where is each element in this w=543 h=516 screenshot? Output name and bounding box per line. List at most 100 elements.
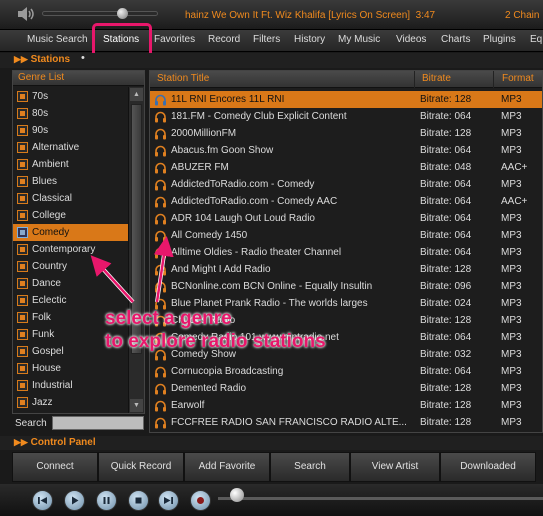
station-row[interactable]: AddictedToRadio.com - Comedy AAC Bitrate:…	[150, 193, 542, 210]
genre-label: Eclectic	[32, 295, 67, 306]
station-bitrate: Bitrate: 096	[420, 281, 472, 292]
genre-label: Funk	[32, 329, 55, 340]
station-row[interactable]: Demented Radio Bitrate: 128 MP3	[150, 380, 542, 397]
genre-item[interactable]: 70s	[13, 88, 129, 105]
genre-icon	[17, 244, 28, 255]
station-bitrate: Bitrate: 128	[420, 315, 472, 326]
station-row[interactable]: Earwolf Bitrate: 128 MP3	[150, 397, 542, 414]
genre-search-input[interactable]	[52, 416, 144, 430]
menu-eq[interactable]: Eq	[530, 34, 542, 45]
quick-record-button[interactable]: Quick Record	[98, 452, 184, 482]
search-button[interactable]: Search	[270, 452, 350, 482]
view-artist-button[interactable]: View Artist	[350, 452, 440, 482]
volume-slider-knob[interactable]	[117, 8, 128, 19]
genre-list: 70s 80s 90s Alternative Ambient Blues Classica…	[13, 88, 129, 411]
now-playing-track: hainz We Own It Ft. Wiz Khalifa [Lyrics …	[185, 10, 411, 21]
station-title: All Comedy 1450	[171, 230, 248, 241]
station-title: FCCFREE RADIO SAN FRANCISCO RADIO ALTE..…	[171, 417, 407, 428]
pause-button[interactable]	[96, 490, 117, 511]
genre-item[interactable]: Industrial	[13, 377, 129, 394]
genre-item[interactable]: Contemporary	[13, 241, 129, 258]
station-row[interactable]: And Might I Add Radio Bitrate: 128 MP3	[150, 261, 542, 278]
station-row[interactable]: Cornucopia Broadcasting Bitrate: 064 MP3	[150, 363, 542, 380]
downloaded-button[interactable]: Downloaded	[440, 452, 536, 482]
station-row[interactable]: 181.FM - Comedy Club Explicit Content Bit…	[150, 108, 542, 125]
genre-item[interactable]: Blues	[13, 173, 129, 190]
play-button[interactable]	[64, 490, 85, 511]
genre-icon	[17, 159, 28, 170]
menu-record[interactable]: Record	[208, 34, 240, 45]
menu-videos[interactable]: Videos	[396, 34, 426, 45]
menu-charts[interactable]: Charts	[441, 34, 470, 45]
genre-item[interactable]: Jazz	[13, 394, 129, 411]
genre-search: Search	[12, 415, 145, 432]
genre-item[interactable]: 90s	[13, 122, 129, 139]
station-format: MP3	[501, 332, 522, 343]
station-format: MP3	[501, 383, 522, 394]
genre-item[interactable]: Country	[13, 258, 129, 275]
genre-item[interactable]: College	[13, 207, 129, 224]
next-button[interactable]	[158, 490, 179, 511]
genre-item[interactable]: Dance	[13, 275, 129, 292]
menu-plugins[interactable]: Plugins	[483, 34, 516, 45]
genre-item[interactable]: 80s	[13, 105, 129, 122]
add-favorite-button[interactable]: Add Favorite	[184, 452, 270, 482]
genre-item[interactable]: Classical	[13, 190, 129, 207]
station-title: BCNonline.com BCN Online - Equally Insul…	[171, 281, 373, 292]
station-bitrate: Bitrate: 064	[420, 196, 472, 207]
menu-favorites[interactable]: Favorites	[154, 34, 195, 45]
station-row[interactable]: ADR 104 Laugh Out Loud Radio Bitrate: 064…	[150, 210, 542, 227]
scroll-up-icon[interactable]: ▲	[130, 88, 143, 101]
rewind-button[interactable]	[32, 490, 53, 511]
genre-item[interactable]: House	[13, 360, 129, 377]
headphones-icon	[155, 128, 166, 140]
station-row[interactable]: AddictedToRadio.com - Comedy Bitrate: 064…	[150, 176, 542, 193]
genre-label: Contemporary	[32, 244, 96, 255]
column-bitrate[interactable]: Bitrate	[422, 73, 451, 84]
genre-scrollbar[interactable]: ▲ ▼	[128, 87, 144, 413]
now-playing-time: 3:47	[415, 10, 436, 21]
column-station-title[interactable]: Station Title	[157, 73, 209, 84]
menu-filters[interactable]: Filters	[253, 34, 280, 45]
headphones-icon	[155, 179, 166, 191]
station-row[interactable]: ABUZER FM Bitrate: 048 AAC+	[150, 159, 542, 176]
station-row[interactable]: FCCFREE RADIO SAN FRANCISCO RADIO ALTE..…	[150, 414, 542, 431]
stop-button[interactable]	[128, 490, 149, 511]
menu-history[interactable]: History	[294, 34, 325, 45]
control-panel-title: Control Panel	[30, 437, 96, 448]
menu-music-search[interactable]: Music Search	[27, 34, 88, 45]
genre-label: Dance	[32, 278, 61, 289]
station-title: 181.FM - Comedy Club Explicit Content	[171, 111, 347, 122]
station-title: AddictedToRadio.com - Comedy	[171, 179, 315, 190]
volume-slider[interactable]	[42, 8, 158, 19]
genre-icon	[17, 108, 28, 119]
genre-item[interactable]: Ambient	[13, 156, 129, 173]
record-button[interactable]	[190, 490, 211, 511]
annotation-line-2: to explore radio stations	[105, 331, 326, 352]
genre-item[interactable]: Comedy	[13, 224, 129, 241]
station-row[interactable]: Abacus.fm Goon Show Bitrate: 064 MP3	[150, 142, 542, 159]
station-row[interactable]: All Comedy 1450 Bitrate: 064 MP3	[150, 227, 542, 244]
stop-icon	[135, 497, 142, 504]
station-title: Alltime Oldies - Radio theater Channel	[171, 247, 342, 258]
seek-knob[interactable]	[230, 488, 244, 502]
connect-button[interactable]: Connect	[12, 452, 98, 482]
genre-label: Gospel	[32, 346, 64, 357]
column-divider[interactable]	[414, 71, 415, 88]
volume-icon[interactable]	[16, 6, 36, 22]
station-row[interactable]: BCNonline.com BCN Online - Equally Insul…	[150, 278, 542, 295]
station-bitrate: Bitrate: 128	[420, 94, 472, 105]
station-bitrate: Bitrate: 064	[420, 111, 472, 122]
genre-label: Jazz	[32, 397, 53, 408]
station-row[interactable]: Alltime Oldies - Radio theater Channel Bi…	[150, 244, 542, 261]
station-title: Demented Radio	[171, 383, 247, 394]
column-format[interactable]: Format	[502, 73, 534, 84]
station-row[interactable]: 2000MillionFM Bitrate: 128 MP3	[150, 125, 542, 142]
station-row[interactable]: 11L RNI Encores 11L RNI Bitrate: 128 MP3	[150, 91, 542, 108]
scroll-down-icon[interactable]: ▼	[130, 399, 143, 412]
seek-bar[interactable]	[218, 497, 543, 500]
menu-my-music[interactable]: My Music	[338, 34, 380, 45]
genre-icon	[17, 210, 28, 221]
genre-item[interactable]: Alternative	[13, 139, 129, 156]
column-divider[interactable]	[493, 71, 494, 88]
